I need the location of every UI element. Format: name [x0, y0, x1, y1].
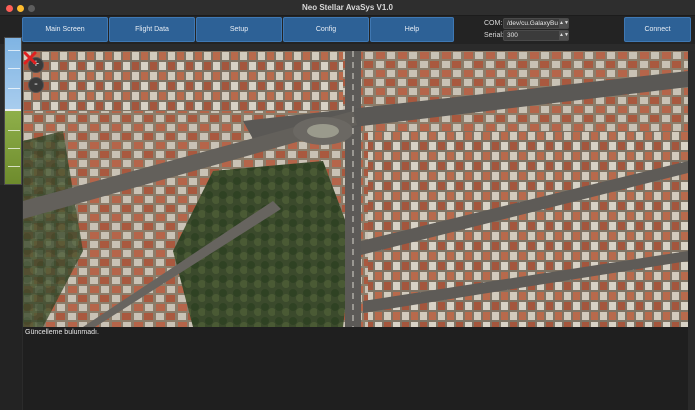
com-port-value: /dev/cu.GalaxyBu: [507, 20, 558, 27]
chevron-updown-icon[interactable]: ▲▼: [559, 19, 568, 28]
chevron-updown-icon[interactable]: ▲▼: [559, 31, 568, 40]
log-message: Güncelleme bulunmadı.: [25, 329, 99, 336]
left-sidebar: [0, 185, 22, 410]
toolbar: Main Screen Flight Data Setup Config Hel…: [0, 16, 695, 44]
com-port-select[interactable]: /dev/cu.GalaxyBu ▲▼: [503, 18, 569, 29]
window-title: Neo Stellar AvaSys V1.0: [301, 3, 393, 12]
satellite-imagery: [23, 51, 688, 327]
flight-data-button[interactable]: Flight Data: [109, 17, 195, 42]
connect-button[interactable]: Connect: [624, 17, 691, 42]
serial-label: Serial:: [484, 32, 504, 39]
attitude-horizon-line: [5, 109, 21, 111]
setup-button[interactable]: Setup: [196, 17, 282, 42]
right-edge-panel: [688, 51, 695, 410]
vehicle-position-marker-icon: [23, 51, 37, 65]
zoom-out-button[interactable]: -: [28, 77, 44, 93]
satellite-map[interactable]: + -: [23, 51, 688, 327]
config-button[interactable]: Config: [283, 17, 369, 42]
main-screen-button[interactable]: Main Screen: [22, 17, 108, 42]
attitude-indicator: [4, 37, 22, 185]
attitude-tick: [8, 130, 20, 131]
log-panel: Güncelleme bulunmadı.: [23, 327, 688, 410]
attitude-tick: [8, 68, 20, 69]
serial-baud-select[interactable]: 300 ▲▼: [503, 30, 569, 41]
help-button[interactable]: Help: [370, 17, 454, 42]
com-label: COM:: [484, 20, 503, 27]
serial-baud-value: 300: [507, 32, 518, 39]
window-titlebar: Neo Stellar AvaSys V1.0: [0, 0, 695, 16]
attitude-tick: [8, 148, 20, 149]
attitude-tick: [8, 88, 20, 89]
attitude-tick: [8, 166, 20, 167]
attitude-sky: [5, 38, 21, 110]
attitude-tick: [8, 50, 20, 51]
